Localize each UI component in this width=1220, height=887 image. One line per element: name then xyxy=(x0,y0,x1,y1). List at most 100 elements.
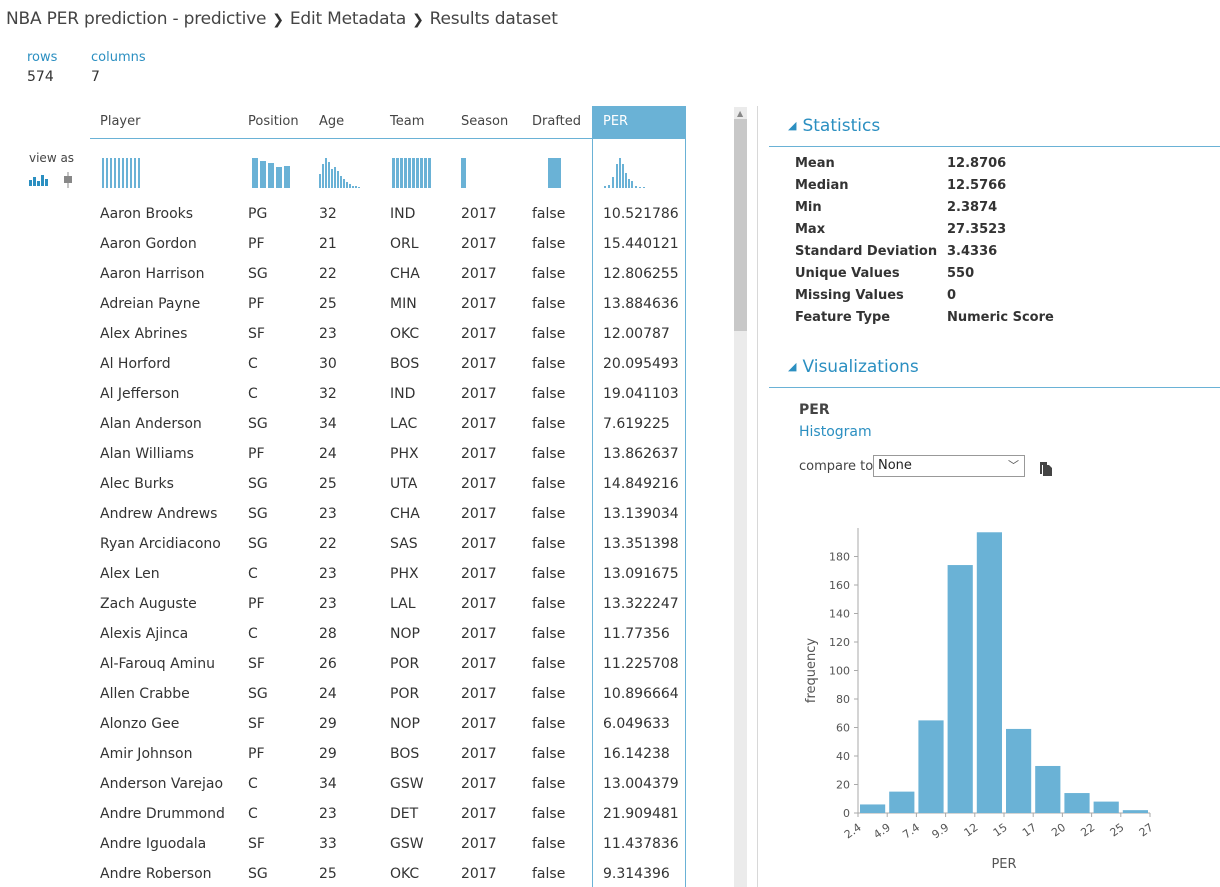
stat-key: Median xyxy=(795,178,849,193)
player-sparkline[interactable] xyxy=(102,158,142,188)
table-row[interactable]: Alex Len C 23 PHX 2017 false 13.091675 xyxy=(90,559,686,589)
position-sparkline[interactable] xyxy=(252,158,290,188)
viz-column-name: PER xyxy=(799,402,830,418)
cell-per: 13.322247 xyxy=(603,596,679,612)
cell-drafted: false xyxy=(532,476,566,492)
collapse-triangle-icon: ◢ xyxy=(788,360,797,373)
histogram-bar xyxy=(947,565,973,813)
cell-age: 29 xyxy=(319,746,337,762)
cell-per: 13.862637 xyxy=(603,446,679,462)
table-row[interactable]: Alexis Ajinca C 28 NOP 2017 false 11.77356 xyxy=(90,619,686,649)
cell-season: 2017 xyxy=(461,416,497,432)
cell-per: 13.139034 xyxy=(603,506,679,522)
statistics-header[interactable]: ◢ Statistics xyxy=(788,116,880,136)
per-sparkline[interactable] xyxy=(604,158,650,188)
table-row[interactable]: Allen Crabbe SG 24 POR 2017 false 10.896664 xyxy=(90,679,686,709)
table-row[interactable]: Alec Burks SG 25 UTA 2017 false 14.849216 xyxy=(90,469,686,499)
column-header-player[interactable]: Player xyxy=(100,106,140,138)
cell-per: 10.521786 xyxy=(603,206,679,222)
cell-per: 19.041103 xyxy=(603,386,679,402)
table-row[interactable]: Andre Roberson SG 25 OKC 2017 false 9.314396 xyxy=(90,859,686,887)
compare-to-value: None xyxy=(878,458,912,473)
cell-position: C xyxy=(248,626,258,642)
cell-age: 23 xyxy=(319,806,337,822)
cell-player: Zach Auguste xyxy=(100,596,197,612)
table-scrollbar[interactable]: ▲ xyxy=(734,107,747,887)
drafted-sparkline[interactable] xyxy=(548,158,562,188)
cell-age: 32 xyxy=(319,386,337,402)
boxplot-view-icon[interactable] xyxy=(64,172,72,188)
table-row[interactable]: Anderson Varejao C 34 GSW 2017 false 13.004379 xyxy=(90,769,686,799)
cell-player: Andre Roberson xyxy=(100,866,212,882)
column-header-age[interactable]: Age xyxy=(319,106,344,138)
table-row[interactable]: Aaron Gordon PF 21 ORL 2017 false 15.440121 xyxy=(90,229,686,259)
cell-team: DET xyxy=(390,806,419,822)
cell-season: 2017 xyxy=(461,656,497,672)
stat-value: 2.3874 xyxy=(947,200,998,215)
table-row[interactable]: Al Jefferson C 32 IND 2017 false 19.041103 xyxy=(90,379,686,409)
table-row[interactable]: Aaron Harrison SG 22 CHA 2017 false 12.806255 xyxy=(90,259,686,289)
cell-team: ORL xyxy=(390,236,419,252)
table-row[interactable]: Amir Johnson PF 29 BOS 2017 false 16.14238 xyxy=(90,739,686,769)
breadcrumb-separator: ❯ xyxy=(272,12,284,28)
cell-drafted: false xyxy=(532,716,566,732)
cell-player: Alexis Ajinca xyxy=(100,626,189,642)
copy-icon[interactable] xyxy=(1039,461,1053,477)
visualizations-header[interactable]: ◢ Visualizations xyxy=(788,357,919,377)
dataset-table: Player Position Age Team Season Drafted … xyxy=(90,106,730,887)
column-header-position[interactable]: Position xyxy=(248,106,299,138)
cell-position: SG xyxy=(248,266,268,282)
scroll-up-arrow-icon[interactable]: ▲ xyxy=(737,109,743,118)
cell-season: 2017 xyxy=(461,776,497,792)
cell-drafted: false xyxy=(532,656,566,672)
compare-to-select[interactable]: None ﹀ xyxy=(873,455,1025,477)
histogram-view-icon[interactable] xyxy=(29,175,48,186)
visualizations-title: Visualizations xyxy=(802,357,919,377)
column-header-drafted[interactable]: Drafted xyxy=(532,106,581,138)
column-header-per[interactable]: PER xyxy=(593,106,686,138)
cell-position: C xyxy=(248,776,258,792)
table-row[interactable]: Andre Iguodala SF 33 GSW 2017 false 11.437836 xyxy=(90,829,686,859)
cell-per: 12.00787 xyxy=(603,326,670,342)
table-row[interactable]: Alex Abrines SF 23 OKC 2017 false 12.00787 xyxy=(90,319,686,349)
y-tick-label: 80 xyxy=(836,693,850,706)
per-histogram-chart: 0 20 40 60 80 100 120 140 160 180 2.4 4.9 7.4 9.9 12 15… xyxy=(804,528,1156,872)
table-row[interactable]: Ryan Arcidiacono SG 22 SAS 2017 false 13.35139… xyxy=(90,529,686,559)
x-tick-label: 12 xyxy=(962,821,981,840)
panel-divider[interactable] xyxy=(757,106,758,887)
cell-team: LAC xyxy=(390,416,418,432)
visualizations-rule xyxy=(769,387,1220,388)
cell-position: C xyxy=(248,806,258,822)
cell-season: 2017 xyxy=(461,356,497,372)
breadcrumb-item-experiment[interactable]: NBA PER prediction - predictive xyxy=(6,9,266,29)
table-row[interactable]: Al Horford C 30 BOS 2017 false 20.095493 xyxy=(90,349,686,379)
x-axis-label: PER xyxy=(991,857,1016,872)
table-row[interactable]: Andre Drummond C 23 DET 2017 false 21.909481 xyxy=(90,799,686,829)
table-row[interactable]: Adreian Payne PF 25 MIN 2017 false 13.884636 xyxy=(90,289,686,319)
cell-drafted: false xyxy=(532,536,566,552)
viz-type-link[interactable]: Histogram xyxy=(799,424,872,440)
table-row[interactable]: Alan Williams PF 24 PHX 2017 false 13.862637 xyxy=(90,439,686,469)
cell-per: 16.14238 xyxy=(603,746,670,762)
table-row[interactable]: Al-Farouq Aminu SF 26 POR 2017 false 11.225708 xyxy=(90,649,686,679)
table-row[interactable]: Andrew Andrews SG 23 CHA 2017 false 13.139034 xyxy=(90,499,686,529)
age-sparkline[interactable] xyxy=(319,158,365,188)
scroll-thumb[interactable] xyxy=(734,119,747,331)
cell-player: Al-Farouq Aminu xyxy=(100,656,215,672)
cell-team: NOP xyxy=(390,626,420,642)
table-row[interactable]: Zach Auguste PF 23 LAL 2017 false 13.322247 xyxy=(90,589,686,619)
table-row[interactable]: Alan Anderson SG 34 LAC 2017 false 7.619225 xyxy=(90,409,686,439)
y-tick-label: 20 xyxy=(836,779,850,792)
table-row[interactable]: Alonzo Gee SF 29 NOP 2017 false 6.049633 xyxy=(90,709,686,739)
cell-position: SG xyxy=(248,686,268,702)
breadcrumb-item-module[interactable]: Edit Metadata xyxy=(290,9,406,29)
column-header-season[interactable]: Season xyxy=(461,106,508,138)
stat-value: 12.8706 xyxy=(947,156,1007,171)
season-sparkline[interactable] xyxy=(461,158,467,188)
table-row[interactable]: Aaron Brooks PG 32 IND 2017 false 10.521786 xyxy=(90,199,686,229)
team-sparkline[interactable] xyxy=(392,158,434,188)
column-header-team[interactable]: Team xyxy=(390,106,424,138)
cell-position: SF xyxy=(248,836,265,852)
columns-label: columns xyxy=(91,50,146,65)
cell-player: Alex Abrines xyxy=(100,326,188,342)
